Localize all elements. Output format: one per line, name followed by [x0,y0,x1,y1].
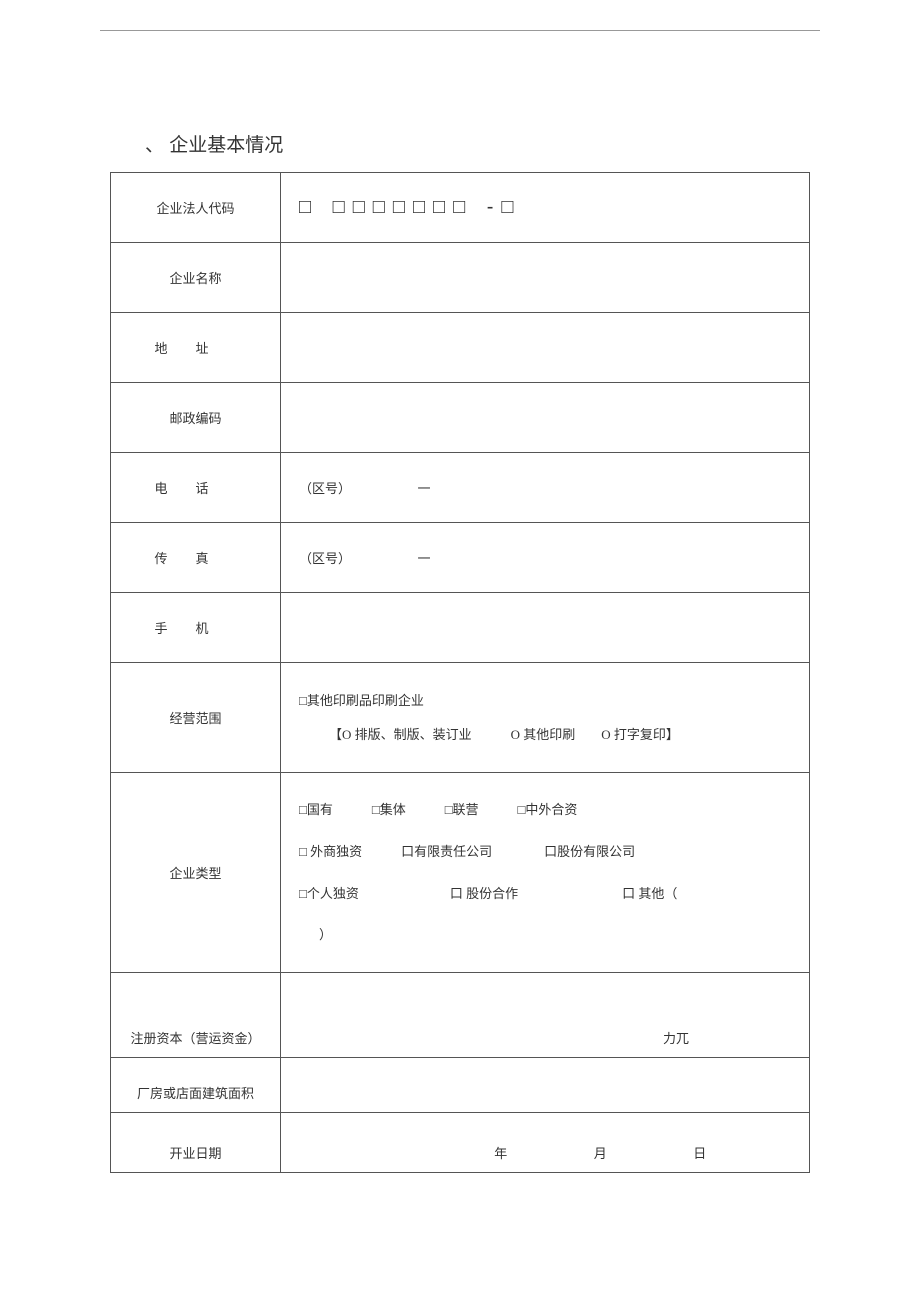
row-postal: 邮政编码 [111,383,810,453]
value-fax: （区号） 一 [281,523,810,593]
label-opened: 开业日期 [111,1113,281,1173]
fx-a: 传 [154,551,195,566]
value-mobile [281,593,810,663]
type-line2: □ 外商独资 口有限责任公司 口股份有限公司 [299,831,799,873]
label-fax: 传真 [111,523,281,593]
type-line4: ） [299,914,799,956]
phone-dash: 一 [418,481,431,496]
value-opened: 年 月 日 [281,1113,810,1173]
row-mobile: 手机 [111,593,810,663]
row-name: 企业名称 [111,243,810,313]
header-rule [100,30,820,31]
capital-unit: 力兀 [663,1031,689,1046]
value-name [281,243,810,313]
label-address: 地址 [111,313,281,383]
addr-b: 址 [196,341,237,356]
row-type: 企业类型 □国有 □集体 □联营 □中外合资 □ 外商独资 口有限责任公司 口股… [111,773,810,973]
label-postal: 邮政编码 [111,383,281,453]
mb-a: 手 [154,621,195,636]
fax-dash: 一 [418,551,431,566]
section-title: 、 企业基本情况 [110,0,810,172]
opened-y: 年 [494,1146,507,1161]
ph-b: 话 [196,481,237,496]
mb-b: 机 [196,621,237,636]
label-type: 企业类型 [111,773,281,973]
row-capital: 注册资本（营运资金） 力兀 [111,973,810,1058]
label-area: 厂房或店面建筑面积 [111,1058,281,1113]
label-scope: 经营范围 [111,663,281,773]
row-address: 地址 [111,313,810,383]
code-boxes: □ □□□□□□□ -□ [299,196,522,218]
fax-prefix: （区号） [299,551,351,566]
enterprise-table: 企业法人代码 □ □□□□□□□ -□ 企业名称 地址 邮政编码 电话 （区号） [110,172,810,1173]
type-line3: □个人独资 口 股份合作 口 其他（ [299,873,799,915]
value-phone: （区号） 一 [281,453,810,523]
ph-a: 电 [154,481,195,496]
value-postal [281,383,810,453]
label-mobile: 手机 [111,593,281,663]
value-legal-code: □ □□□□□□□ -□ [281,173,810,243]
row-fax: 传真 （区号） 一 [111,523,810,593]
label-name: 企业名称 [111,243,281,313]
row-scope: 经营范围 □其他印刷品印刷企业 【O 排版、制版、装订业 O 其他印刷 O 打字… [111,663,810,773]
opened-m: 月 [594,1146,607,1161]
addr-a: 地 [154,341,195,356]
value-area [281,1058,810,1113]
row-legal-code: 企业法人代码 □ □□□□□□□ -□ [111,173,810,243]
row-phone: 电话 （区号） 一 [111,453,810,523]
type-line1: □国有 □集体 □联营 □中外合资 [299,789,799,831]
row-opened: 开业日期 年 月 日 [111,1113,810,1173]
value-type: □国有 □集体 □联营 □中外合资 □ 外商独资 口有限责任公司 口股份有限公司… [281,773,810,973]
label-legal-code: 企业法人代码 [111,173,281,243]
fx-b: 真 [196,551,237,566]
value-scope: □其他印刷品印刷企业 【O 排版、制版、装订业 O 其他印刷 O 打字复印】 [281,663,810,773]
row-area: 厂房或店面建筑面积 [111,1058,810,1113]
scope-line2: 【O 排版、制版、装订业 O 其他印刷 O 打字复印】 [299,718,799,752]
phone-prefix: （区号） [299,481,351,496]
label-capital: 注册资本（营运资金） [111,973,281,1058]
scope-line1: □其他印刷品印刷企业 [299,684,799,718]
value-address [281,313,810,383]
value-capital: 力兀 [281,973,810,1058]
label-phone: 电话 [111,453,281,523]
opened-d: 日 [693,1146,706,1161]
